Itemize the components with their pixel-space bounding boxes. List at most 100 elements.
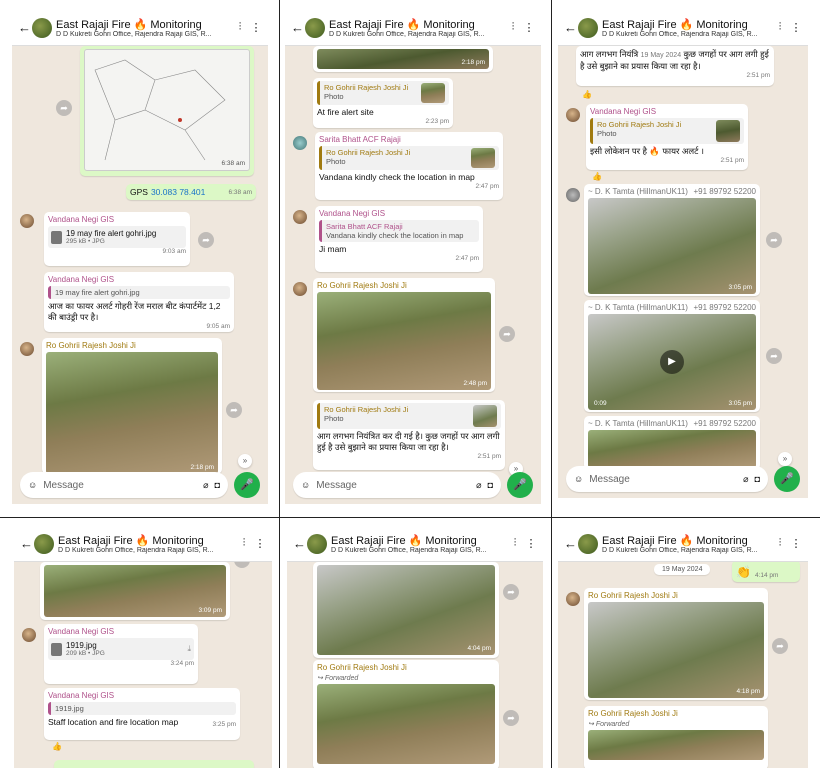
- more-options-icon[interactable]: ⋮: [254, 537, 266, 550]
- emoji-icon[interactable]: ☺: [574, 474, 583, 484]
- back-arrow-icon[interactable]: ←: [291, 20, 304, 35]
- more-options-icon[interactable]: ⋮: [250, 21, 262, 34]
- fire-video[interactable]: ▶ 0:09 3:05 pm: [588, 314, 756, 410]
- scroll-down-icon[interactable]: »: [778, 452, 792, 466]
- video-message[interactable]: ~ D. K Tamta (HillmanUK11) +91 89792 5220…: [584, 300, 760, 412]
- avatar[interactable]: [293, 282, 307, 296]
- reaction-emoji[interactable]: 👍: [52, 742, 62, 751]
- emoji-icon[interactable]: ☺: [301, 480, 310, 490]
- forward-icon[interactable]: ➦: [56, 100, 72, 116]
- play-icon[interactable]: ▶: [660, 350, 684, 374]
- group-avatar[interactable]: [307, 533, 327, 554]
- voice-call-icon[interactable]: ⫶: [238, 537, 250, 550]
- more-options-icon[interactable]: ⋮: [790, 21, 802, 34]
- quoted-message[interactable]: 1919.jpg: [48, 702, 236, 715]
- voice-call-icon[interactable]: ⫶: [774, 21, 786, 34]
- photo-message[interactable]: Ro Gohrii Rajesh Joshi Ji 2:18 pm: [42, 338, 222, 474]
- message-composer[interactable]: ☺ Message ⌀ ◘: [293, 472, 501, 498]
- text-message[interactable]: Vandana Negi GIS 1919.jpg Staff location…: [44, 688, 240, 740]
- avatar[interactable]: [293, 210, 307, 224]
- chat-title-block[interactable]: East Rajaji Fire 🔥 Monitoring D D Kukret…: [602, 18, 770, 38]
- voice-call-icon[interactable]: ⫶: [774, 537, 786, 550]
- avatar[interactable]: [566, 188, 580, 202]
- partial-message[interactable]: [54, 760, 254, 768]
- quoted-message[interactable]: 19 may fire alert gohri.jpg: [48, 286, 230, 299]
- forward-icon[interactable]: ➦: [503, 584, 519, 600]
- document-message[interactable]: Vandana Negi GIS 19 may fire alert gohri…: [44, 212, 190, 266]
- forward-icon[interactable]: ➦: [766, 232, 782, 248]
- photo-message[interactable]: 4:04 pm: [313, 562, 499, 658]
- fire-site-photo[interactable]: 2:18 pm: [46, 352, 218, 474]
- quoted-message[interactable]: Ro Gohrii Rajesh Joshi Ji Photo: [317, 81, 449, 105]
- forward-icon[interactable]: ➦: [503, 710, 519, 726]
- photo-message[interactable]: Ro Gohrii Rajesh Joshi Ji 2:48 pm: [313, 278, 495, 392]
- group-avatar[interactable]: [305, 17, 325, 38]
- attach-icon[interactable]: ⌀: [203, 480, 208, 491]
- quoted-message[interactable]: Sarita Bhatt ACF Rajaji Vandana kindly c…: [319, 220, 479, 242]
- message-composer[interactable]: ☺ Message ⌀ ◘: [566, 466, 768, 492]
- mic-icon[interactable]: 🎤: [507, 472, 533, 498]
- camera-icon[interactable]: ◘: [215, 480, 220, 490]
- photo-message[interactable]: ~ D. K Tamta (HillmanUK11) +91 89792 5220…: [584, 416, 760, 470]
- fire-site-photo[interactable]: 2:48 pm: [317, 292, 491, 390]
- back-arrow-icon[interactable]: ←: [564, 536, 577, 551]
- photo-message[interactable]: 2:18 pm: [313, 46, 493, 72]
- download-icon[interactable]: ⤓: [187, 644, 191, 654]
- gps-message[interactable]: GPS 30.083 78.401 6:38 am: [126, 184, 256, 200]
- text-message[interactable]: आग लगभग नियंत्रि 19 May 2024 कुछ जगहों प…: [576, 46, 774, 86]
- reply-message[interactable]: Ro Gohrii Rajesh Joshi Ji Photo At fire a…: [313, 78, 453, 128]
- document-attachment[interactable]: 19 may fire alert gohri.jpg 295 kB • JPG: [48, 226, 186, 248]
- chat-title-block[interactable]: East Rajaji Fire 🔥 Monitoring D D Kukret…: [602, 534, 770, 554]
- group-avatar[interactable]: [578, 533, 598, 554]
- camera-icon[interactable]: ◘: [488, 480, 493, 490]
- camera-icon[interactable]: ◘: [755, 474, 760, 484]
- reply-message[interactable]: Sarita Bhatt ACF Rajaji Ro Gohrii Rajesh…: [315, 132, 503, 200]
- photo-message[interactable]: 3:09 pm: [40, 562, 230, 620]
- chat-title-block[interactable]: East Rajaji Fire 🔥 Monitoring D D Kukret…: [329, 18, 503, 38]
- avatar[interactable]: [20, 342, 34, 356]
- back-arrow-icon[interactable]: ←: [18, 20, 31, 35]
- document-attachment[interactable]: 1919.jpg 209 kB • JPG ⤓: [48, 638, 194, 660]
- mic-icon[interactable]: 🎤: [234, 472, 260, 498]
- attach-icon[interactable]: ⌀: [476, 480, 481, 491]
- fire-photo[interactable]: [588, 730, 764, 760]
- text-message[interactable]: Vandana Negi GIS 19 may fire alert gohri…: [44, 272, 234, 332]
- back-arrow-icon[interactable]: ←: [293, 536, 306, 551]
- attach-icon[interactable]: ⌀: [743, 474, 748, 485]
- fire-photo[interactable]: [588, 430, 756, 468]
- photo-message[interactable]: ~ D. K Tamta (HillmanUK11) +91 89792 5220…: [584, 184, 760, 296]
- fire-photo[interactable]: [317, 684, 495, 764]
- message-composer[interactable]: ☺ Message ⌀ ◘: [20, 472, 228, 498]
- document-message[interactable]: Vandana Negi GIS 1919.jpg 209 kB • JPG ⤓ …: [44, 624, 198, 684]
- fire-photo[interactable]: 4:04 pm: [317, 565, 495, 655]
- group-avatar[interactable]: [578, 17, 598, 38]
- group-avatar[interactable]: [32, 17, 52, 38]
- emoji-icon[interactable]: ☺: [28, 480, 37, 490]
- fire-photo[interactable]: 4:18 pm: [588, 602, 764, 698]
- reaction-emoji[interactable]: 👍: [592, 172, 602, 181]
- avatar[interactable]: [20, 214, 34, 228]
- map-image[interactable]: 6:38 am: [84, 49, 250, 171]
- voice-call-icon[interactable]: ⫶: [234, 21, 246, 34]
- chat-title-block[interactable]: East Rajaji Fire 🔥 Monitoring D D Kukret…: [58, 534, 234, 554]
- forward-icon[interactable]: ➦: [198, 232, 214, 248]
- forward-icon[interactable]: ➦: [772, 638, 788, 654]
- emoji-message[interactable]: 👏 4:14 pm: [732, 560, 800, 582]
- reply-message[interactable]: Vandana Negi GIS Sarita Bhatt ACF Rajaji…: [315, 206, 483, 272]
- back-arrow-icon[interactable]: ←: [564, 20, 577, 35]
- avatar[interactable]: [293, 136, 307, 150]
- mic-icon[interactable]: 🎤: [774, 466, 800, 492]
- avatar[interactable]: [566, 592, 580, 606]
- reaction-emoji[interactable]: 👍: [582, 90, 592, 99]
- photo-message[interactable]: Ro Gohrii Rajesh Joshi Ji 4:18 pm: [584, 588, 768, 700]
- photo-message[interactable]: Ro Gohrii Rajesh Joshi Ji ↪ Forwarded: [584, 706, 768, 768]
- map-image-message[interactable]: 6:38 am: [80, 46, 254, 176]
- gps-coordinates[interactable]: 30.083 78.401: [151, 187, 205, 198]
- more-options-icon[interactable]: ⋮: [525, 537, 537, 550]
- avatar[interactable]: [566, 108, 580, 122]
- reply-message[interactable]: Ro Gohrii Rajesh Joshi Ji Photo आग लगभग न…: [313, 400, 505, 470]
- more-options-icon[interactable]: ⋮: [790, 537, 802, 550]
- chat-title-block[interactable]: East Rajaji Fire 🔥 Monitoring D D Kukret…: [331, 534, 505, 554]
- chat-title-block[interactable]: East Rajaji Fire 🔥 Monitoring D D Kukret…: [56, 18, 230, 38]
- reply-message[interactable]: Vandana Negi GIS Ro Gohrii Rajesh Joshi …: [586, 104, 748, 170]
